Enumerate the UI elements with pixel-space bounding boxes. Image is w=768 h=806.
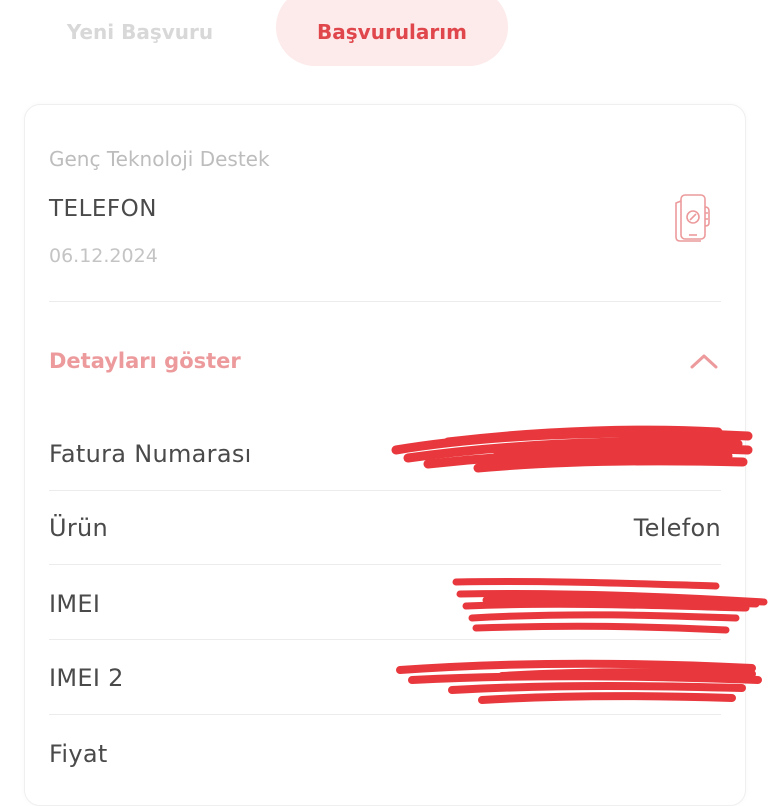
application-type: TELEFON (49, 196, 157, 222)
product-value: Telefon (633, 514, 721, 542)
product-label: Ürün (49, 514, 109, 542)
program-name: Genç Teknoloji Destek (49, 147, 270, 171)
application-tabs: Yeni Başvuru Başvurularım (0, 0, 768, 68)
detail-row-price: Fiyat (49, 717, 721, 791)
chevron-up-icon[interactable] (687, 350, 721, 372)
tab-my-applications[interactable]: Başvurularım (276, 0, 508, 66)
detail-row-product: Ürün Telefon (49, 491, 721, 565)
application-card: Genç Teknoloji Destek TELEFON 06.12.2024… (24, 104, 746, 806)
detail-row-invoice: Fatura Numarası (49, 417, 721, 491)
application-date: 06.12.2024 (49, 245, 158, 267)
row-divider (49, 714, 721, 715)
phone-check-icon (675, 194, 710, 242)
row-divider (49, 564, 721, 565)
invoice-number-label: Fatura Numarası (49, 440, 252, 468)
imei2-label: IMEI 2 (49, 664, 124, 692)
details-toggle[interactable]: Detayları göster (49, 343, 721, 379)
tab-new-application[interactable]: Yeni Başvuru (30, 0, 250, 66)
card-divider (49, 301, 721, 302)
imei-label: IMEI (49, 590, 101, 618)
row-divider (49, 639, 721, 640)
details-toggle-label: Detayları göster (49, 349, 241, 373)
price-label: Fiyat (49, 740, 108, 768)
detail-row-imei: IMEI (49, 567, 721, 641)
detail-row-imei2: IMEI 2 (49, 641, 721, 715)
